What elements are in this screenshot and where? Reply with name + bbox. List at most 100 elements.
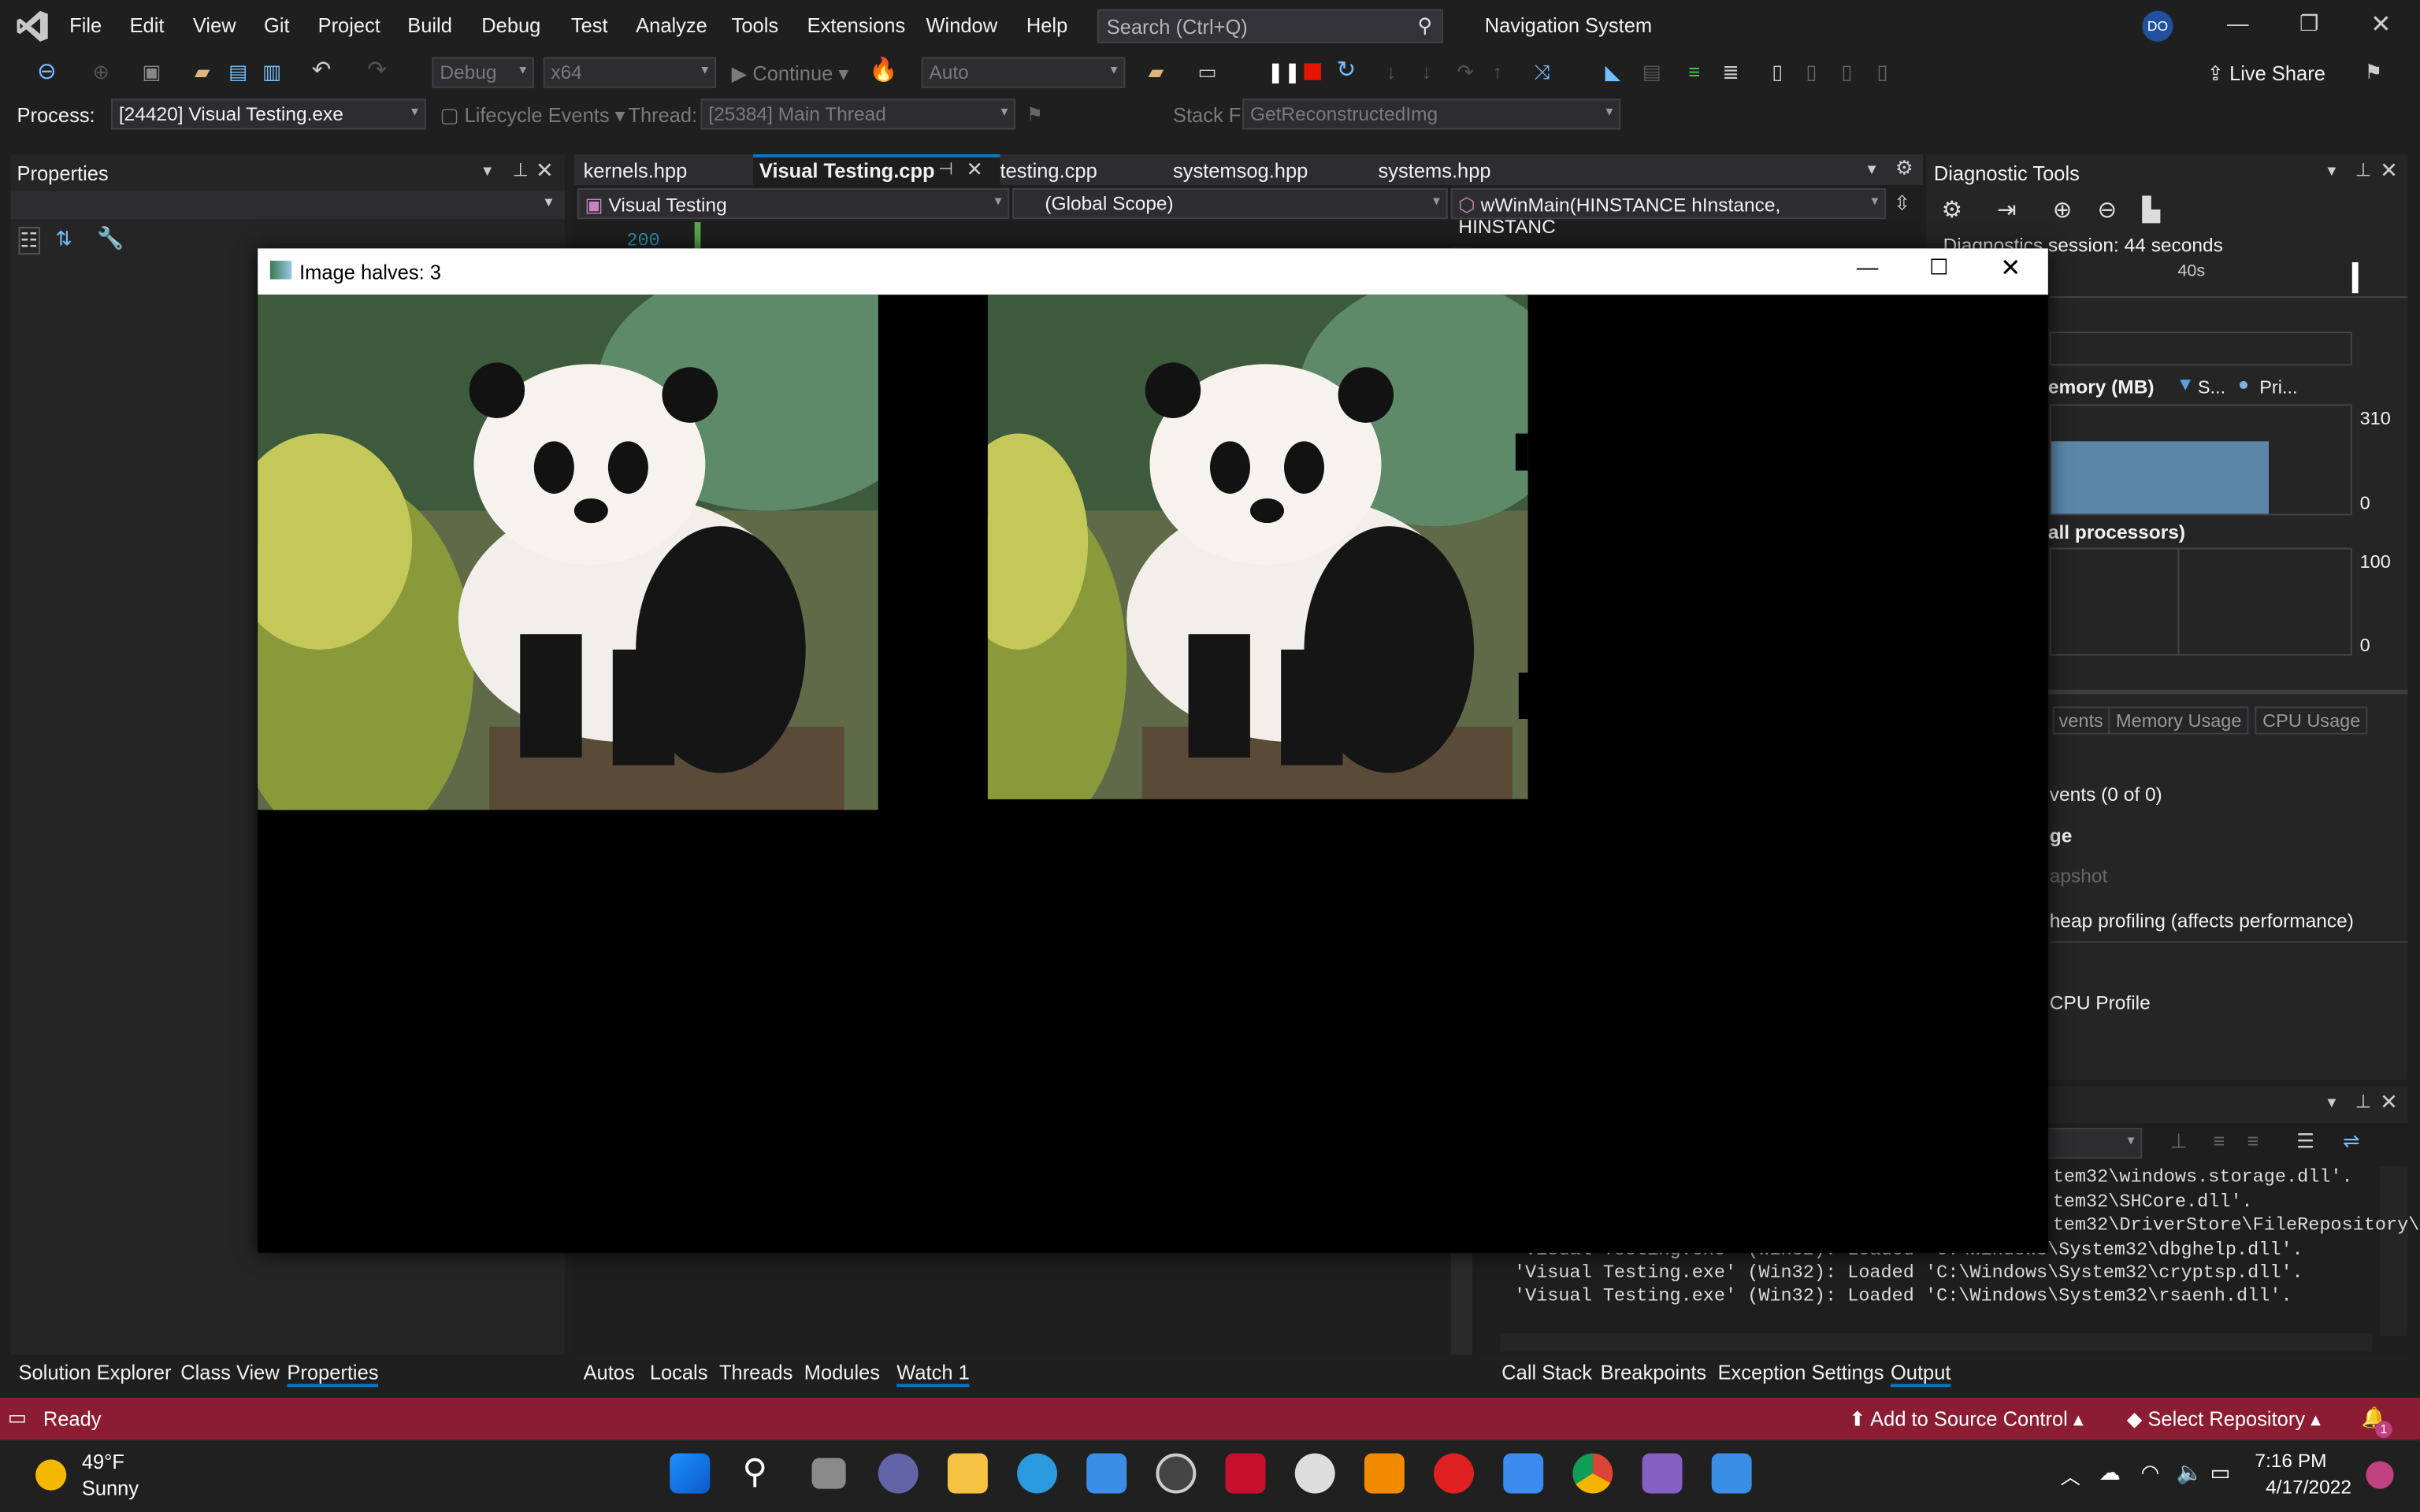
visual-studio-logo-icon[interactable] (16, 9, 50, 43)
live-share-button[interactable]: ⇪ Live Share (2207, 61, 2325, 86)
timeline-cursor[interactable] (2351, 262, 2359, 294)
cpu-chart[interactable] (2049, 547, 2352, 656)
tab-locals[interactable]: Locals (650, 1361, 708, 1384)
step-back-icon[interactable]: ↑ (1493, 60, 1503, 84)
image-window-maximize-icon[interactable]: ☐ (1929, 254, 1949, 280)
pin-icon[interactable]: ⊥ (512, 159, 528, 180)
clear-bookmark-icon[interactable]: ▯ (1876, 60, 1887, 84)
alphabetical-icon[interactable]: ⇅ (56, 227, 72, 251)
dell-icon[interactable] (1156, 1453, 1197, 1494)
visual-studio-taskbar-icon[interactable] (1642, 1453, 1683, 1494)
todo-icon[interactable] (1503, 1453, 1544, 1494)
diag-export-icon[interactable]: ⇥ (1997, 196, 2017, 224)
outdent-icon[interactable]: ≣ (1722, 60, 1739, 84)
clock-date[interactable]: 4/17/2022 (2266, 1477, 2351, 1498)
tab-autos[interactable]: Autos (584, 1361, 635, 1384)
heap-profiling-checkbox[interactable]: heap profiling (affects performance) (2050, 910, 2354, 932)
menu-help[interactable]: Help (1026, 14, 1067, 37)
wifi-icon[interactable]: ◠ (2140, 1459, 2159, 1485)
tab-overflow-icon[interactable]: ▾ (1868, 159, 1876, 180)
stack-frame-select[interactable]: GetReconstructedImg ▾ (1242, 98, 1621, 130)
diag-settings-icon[interactable]: ⚙ (1942, 196, 1962, 224)
undo-icon[interactable]: ↶ (312, 57, 332, 83)
tab-systems-hpp[interactable]: systems.hpp (1379, 159, 1491, 182)
categorized-icon[interactable]: ☷ (18, 227, 40, 255)
notification-center-icon[interactable] (2366, 1461, 2394, 1489)
menu-edit[interactable]: Edit (130, 14, 165, 37)
output-scrollbar[interactable] (2380, 1166, 2408, 1336)
add-to-source-control-button[interactable]: ⬆ Add to Source Control ▴ (1849, 1407, 2084, 1432)
output-find-icon[interactable]: ⊥ (2170, 1129, 2188, 1154)
step-over-icon[interactable]: ↓ (1421, 60, 1431, 84)
tab-breakpoints[interactable]: Breakpoints (1601, 1361, 1707, 1384)
scope-nav-select[interactable]: (Global Scope) ▾ (1012, 188, 1448, 220)
menu-debug[interactable]: Debug (481, 14, 540, 37)
tab-memory-usage[interactable]: Memory Usage (2108, 706, 2250, 735)
tab-close-icon[interactable]: ✕ (966, 158, 982, 182)
menu-file[interactable]: File (69, 14, 102, 37)
tab-testing-cpp[interactable]: testing.cpp (1000, 159, 1097, 182)
tab-events[interactable]: vents (2052, 706, 2110, 735)
memory-chart[interactable] (2049, 404, 2352, 516)
task-view-icon[interactable] (811, 1458, 846, 1489)
show-hidden-icons-icon[interactable]: ︿ (2061, 1461, 2081, 1490)
image-window-close-icon[interactable]: ✕ (2000, 253, 2021, 284)
diag-close-icon[interactable]: ✕ (2380, 158, 2398, 183)
breakpoint-toggle-icon[interactable]: ◣ (1605, 60, 1621, 84)
continue-button[interactable]: ▶ Continue ▾ (732, 61, 849, 86)
output-menu-icon[interactable]: ▾ (2327, 1092, 2336, 1113)
menu-tools[interactable]: Tools (732, 14, 778, 37)
onedrive-icon[interactable]: ☁ (2099, 1459, 2120, 1485)
reset-zoom-icon[interactable]: ▙ (2142, 196, 2160, 224)
process-select[interactable]: [24420] Visual Testing.exe ▾ (111, 98, 426, 130)
chrome-icon[interactable] (1572, 1453, 1613, 1494)
pane-menu-icon[interactable]: ▾ (483, 161, 492, 181)
diagnostics-icon[interactable]: ⤨ (1534, 60, 1550, 84)
clock-time[interactable]: 7:16 PM (2255, 1451, 2326, 1472)
forward-icon[interactable]: ⊕ (93, 60, 109, 84)
close-icon[interactable]: ✕ (2370, 9, 2391, 40)
save-icon[interactable]: ▤ (228, 60, 247, 84)
record-cpu-profile-button[interactable]: CPU Profile (2050, 992, 2151, 1014)
tab-kernels-hpp[interactable]: kernels.hpp (584, 159, 688, 182)
thread-select[interactable]: [25384] Main Thread ▾ (700, 98, 1016, 130)
vlc-icon[interactable] (1364, 1453, 1405, 1494)
output-close-icon[interactable]: ✕ (2380, 1089, 2398, 1115)
tab-call-stack[interactable]: Call Stack (1501, 1361, 1592, 1384)
tab-solution-explorer[interactable]: Solution Explorer (19, 1361, 172, 1384)
open-file-icon[interactable]: ▰ (1149, 60, 1164, 84)
new-project-icon[interactable]: ▣ (142, 60, 161, 84)
battery-icon[interactable]: ▭ (2210, 1459, 2231, 1485)
tab-threads[interactable]: Threads (719, 1361, 792, 1384)
tab-pin-icon[interactable]: ⊣ (938, 159, 953, 180)
step-out-icon[interactable]: ↷ (1457, 60, 1473, 84)
timeline-ruler[interactable]: 40s (2049, 261, 2408, 298)
tab-output[interactable]: Output (1891, 1361, 1951, 1388)
minimize-icon[interactable]: — (2227, 11, 2248, 35)
hot-reload-icon[interactable]: 🔥 (869, 57, 898, 83)
take-snapshot-button[interactable]: apshot (2050, 865, 2108, 887)
image-window-titlebar[interactable]: Image halves: 3 — ☐ ✕ (258, 248, 2048, 295)
select-repository-button[interactable]: ◆ Select Repository ▴ (2127, 1407, 2321, 1432)
configuration-select[interactable]: Debug ▾ (432, 57, 534, 88)
open-folder-icon[interactable]: ▰ (195, 60, 210, 84)
menu-view[interactable]: View (193, 14, 236, 37)
start-icon[interactable] (670, 1453, 711, 1494)
editor-settings-icon[interactable]: ⚙ (1895, 156, 1913, 180)
output-next-icon[interactable]: ≡ (2247, 1129, 2259, 1152)
lifecycle-events-button[interactable]: ▢ Lifecycle Events ▾ (440, 103, 625, 128)
sun-icon[interactable] (35, 1459, 67, 1491)
output-pin-icon[interactable]: ⊥ (2355, 1091, 2371, 1112)
property-pages-icon[interactable]: 🔧 (97, 225, 124, 251)
step-into-icon[interactable]: ↓ (1386, 60, 1396, 84)
diag-menu-icon[interactable]: ▾ (2327, 161, 2336, 181)
screen-icon[interactable]: ▭ (1197, 60, 1216, 84)
youtube-music-icon[interactable] (1434, 1453, 1475, 1494)
image-window-minimize-icon[interactable]: — (1857, 254, 1878, 279)
weather-condition[interactable]: Sunny (82, 1477, 139, 1499)
prev-bookmark-icon[interactable]: ▯ (1806, 60, 1817, 84)
chat-icon[interactable] (878, 1453, 919, 1494)
menu-analyze[interactable]: Analyze (636, 14, 707, 37)
menu-test[interactable]: Test (571, 14, 608, 37)
tab-visual-testing-cpp[interactable]: Visual Testing.cpp (759, 159, 935, 182)
